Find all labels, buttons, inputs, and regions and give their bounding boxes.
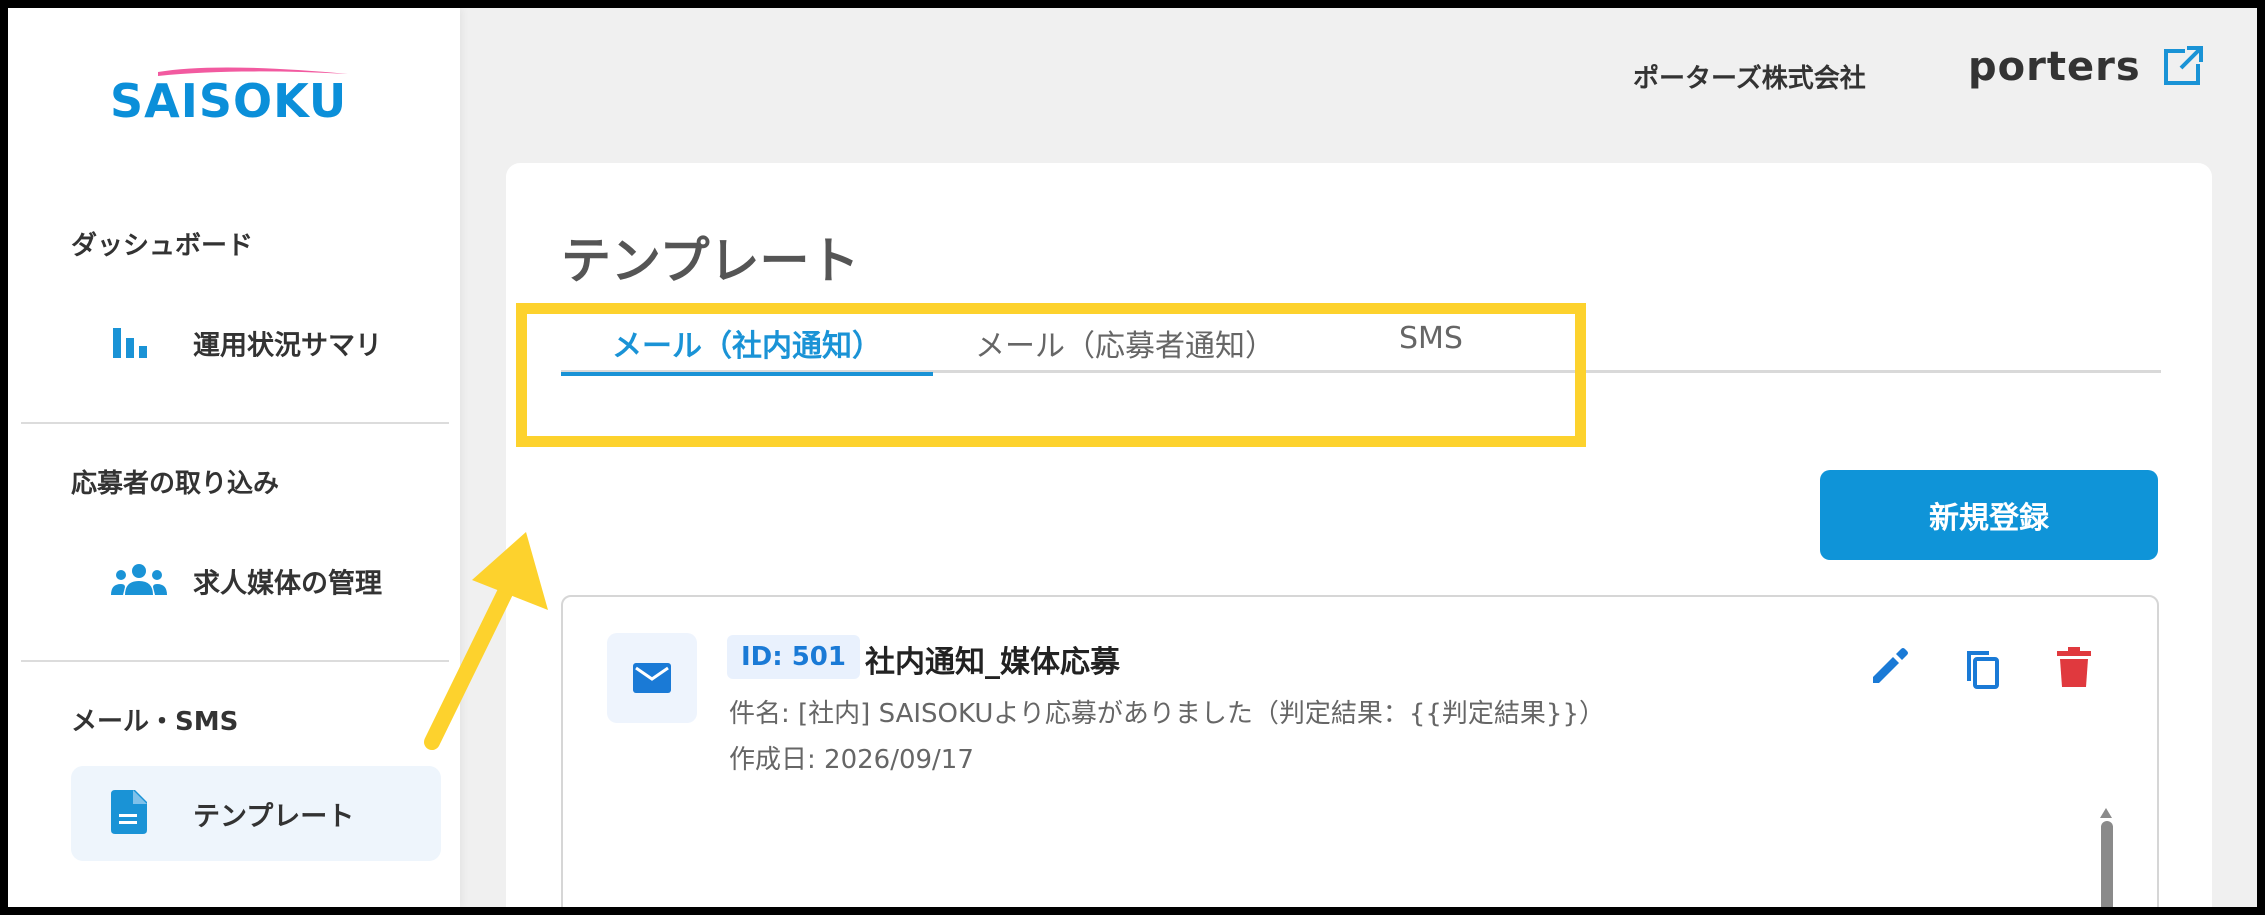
section-title-import: 応募者の取り込み xyxy=(71,469,280,499)
section-title-dashboard: ダッシュボード xyxy=(71,231,254,261)
annotation-arrow-icon xyxy=(424,532,548,750)
mail-icon xyxy=(607,633,697,723)
logo-text: SAISOKU xyxy=(110,74,348,128)
porters-logo[interactable]: porters xyxy=(1968,44,2205,90)
document-icon xyxy=(111,789,147,838)
bar-chart-icon xyxy=(111,324,149,362)
group-icon xyxy=(111,563,167,599)
sidebar-divider xyxy=(21,660,449,662)
external-link-icon[interactable] xyxy=(2163,44,2205,90)
highlight-box xyxy=(516,303,1586,447)
scroll-up-icon[interactable] xyxy=(2100,803,2112,822)
app-window: SAISOKU ダッシュボード 運用状況サマリ 応募者の取り込み 求人媒体の管理… xyxy=(8,8,2257,907)
sidebar-item-label: テンプレート xyxy=(193,801,355,832)
edit-icon[interactable] xyxy=(1871,647,1909,689)
main-card: テンプレート メール（社内通知） メール（応募者通知） SMS 新規登録 ID:… xyxy=(506,163,2212,907)
template-id-badge: ID: 501 xyxy=(727,635,860,679)
page-title: テンプレート xyxy=(561,232,860,290)
section-title-mail-sms: メール・SMS xyxy=(71,707,239,737)
sidebar-item-template[interactable]: テンプレート xyxy=(71,766,441,861)
template-name: 社内通知_媒体応募 xyxy=(865,645,1120,680)
sidebar-item-summary[interactable]: 運用状況サマリ xyxy=(71,295,441,390)
saisoku-logo[interactable]: SAISOKU xyxy=(110,58,350,128)
sidebar-divider xyxy=(21,422,449,424)
scrollbar-thumb[interactable] xyxy=(2101,821,2113,907)
porters-brand: porters xyxy=(1968,44,2141,90)
sidebar-item-label: 求人媒体の管理 xyxy=(193,568,382,599)
copy-icon[interactable] xyxy=(1963,647,2001,693)
template-created-date: 作成日: 2026/09/17 xyxy=(729,745,974,775)
template-subject: 件名: [社内] SAISOKUより応募がありました（判定結果：{{判定結果}}… xyxy=(729,699,1606,729)
sidebar: SAISOKU ダッシュボード 運用状況サマリ 応募者の取り込み 求人媒体の管理… xyxy=(8,8,460,907)
template-card[interactable]: ID: 501 社内通知_媒体応募 件名: [社内] SAISOKUより応募があ… xyxy=(561,595,2159,907)
company-name: ポーターズ株式会社 xyxy=(1633,64,1866,94)
sidebar-item-media[interactable]: 求人媒体の管理 xyxy=(71,533,441,628)
delete-icon[interactable] xyxy=(2057,647,2091,691)
sidebar-item-label: 運用状況サマリ xyxy=(193,330,382,361)
new-register-button[interactable]: 新規登録 xyxy=(1820,470,2158,560)
